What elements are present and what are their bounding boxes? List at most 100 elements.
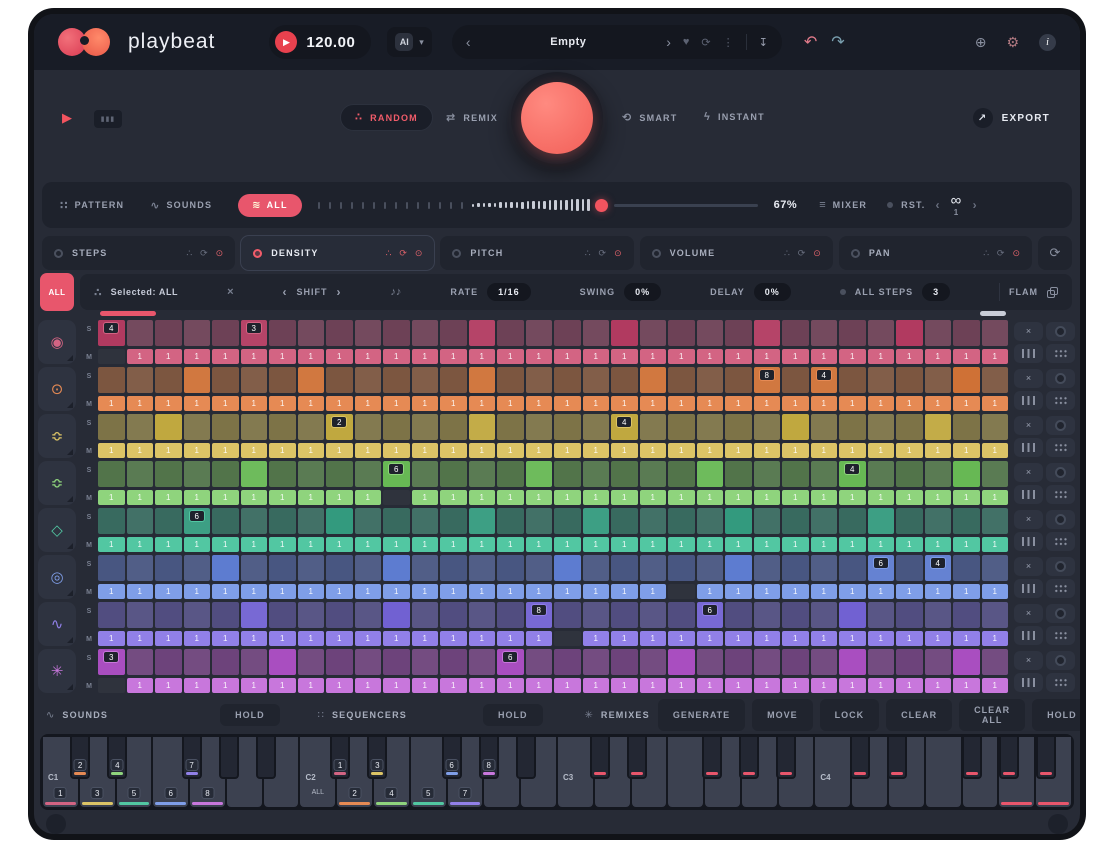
density-cell[interactable] (440, 320, 467, 346)
density-cell[interactable] (583, 555, 610, 581)
black-key[interactable] (887, 737, 907, 779)
step-cell[interactable]: 1 (241, 490, 268, 505)
step-cell[interactable]: 1 (469, 584, 496, 599)
density-cell[interactable] (811, 508, 838, 534)
black-key[interactable]: 3 (367, 737, 387, 779)
globe-icon[interactable]: ⊕ (975, 34, 987, 51)
pattern-toggle[interactable]: ∷ PATTERN (60, 199, 124, 212)
step-cell[interactable]: 1 (526, 678, 553, 693)
power-icon[interactable]: ⊙ (216, 248, 224, 259)
step-cell[interactable]: 1 (782, 537, 809, 552)
slider-rail[interactable] (614, 204, 758, 207)
step-cell[interactable]: 1 (412, 443, 439, 458)
density-cell[interactable] (412, 320, 439, 346)
step-cell[interactable]: 1 (839, 443, 866, 458)
step-cell[interactable]: 1 (440, 537, 467, 552)
step-cell[interactable]: 1 (640, 631, 667, 646)
white-key-c3[interactable]: C3 (558, 737, 593, 807)
step-cell[interactable]: 1 (982, 443, 1009, 458)
density-cell[interactable] (554, 602, 581, 628)
track-icon-hihat-closed[interactable]: ≎ (38, 414, 76, 458)
loop-icon[interactable]: ⟳ (798, 248, 806, 259)
step-cell[interactable]: 1 (868, 490, 895, 505)
dice-icon[interactable]: ∴ (186, 248, 192, 259)
step-cell[interactable]: 1 (127, 631, 154, 646)
step-cell[interactable]: 1 (526, 537, 553, 552)
density-cell[interactable] (896, 555, 923, 581)
density-cell[interactable] (412, 414, 439, 440)
track-icon-shaker[interactable]: ◇ (38, 508, 76, 552)
step-cell[interactable]: 1 (212, 631, 239, 646)
density-cell[interactable] (269, 649, 296, 675)
sounds-hold-button[interactable]: HOLD (220, 704, 280, 726)
step-cell[interactable]: 1 (497, 443, 524, 458)
drum-pad-button[interactable] (1046, 604, 1075, 623)
step-cell[interactable]: 1 (440, 396, 467, 411)
density-cell[interactable] (241, 414, 268, 440)
density-cell[interactable] (269, 602, 296, 628)
density-cell[interactable] (526, 414, 553, 440)
density-cell[interactable] (754, 649, 781, 675)
black-key[interactable] (962, 737, 982, 779)
step-cell[interactable]: 1 (298, 443, 325, 458)
step-cell[interactable]: 1 (668, 349, 695, 364)
black-key[interactable] (776, 737, 796, 779)
density-cell[interactable] (668, 320, 695, 346)
step-cell[interactable]: 1 (184, 631, 211, 646)
step-cell[interactable]: 1 (925, 349, 952, 364)
step-cell[interactable]: 1 (839, 490, 866, 505)
step-cell[interactable]: 1 (811, 584, 838, 599)
density-cell[interactable] (725, 602, 752, 628)
step-cell[interactable]: 1 (241, 678, 268, 693)
step-cell[interactable]: 1 (241, 443, 268, 458)
power-icon[interactable]: ⊙ (614, 248, 622, 259)
density-cell[interactable] (497, 320, 524, 346)
swap-icon[interactable]: × (227, 286, 233, 298)
density-cell[interactable] (440, 555, 467, 581)
step-cell[interactable]: 1 (127, 678, 154, 693)
step-cell[interactable]: 1 (497, 584, 524, 599)
step-cell[interactable]: 1 (127, 349, 154, 364)
density-cell[interactable] (383, 414, 410, 440)
mute-x-button[interactable]: × (1014, 416, 1043, 435)
density-slider[interactable] (318, 199, 758, 212)
step-cell[interactable]: 1 (554, 678, 581, 693)
mute-x-button[interactable]: × (1014, 557, 1043, 576)
settings-gear-icon[interactable]: ⚙ (1006, 34, 1019, 51)
loop-prev-button[interactable]: ‹ (935, 198, 940, 212)
white-key-c4[interactable]: C4 (815, 737, 850, 807)
drag-dots-button[interactable] (1046, 438, 1075, 457)
white-key[interactable]: 5 (411, 737, 446, 807)
tab-pitch[interactable]: PITCH∴⟳⊙ (440, 236, 633, 270)
density-cell[interactable] (839, 320, 866, 346)
step-cell[interactable]: 1 (155, 584, 182, 599)
step-cell[interactable]: 1 (155, 490, 182, 505)
density-cell[interactable] (326, 508, 353, 534)
step-cell[interactable]: 1 (953, 490, 980, 505)
step-cell[interactable]: 1 (526, 443, 553, 458)
density-cell[interactable] (782, 602, 809, 628)
step-cell[interactable]: 1 (526, 490, 553, 505)
step-cell[interactable]: 1 (269, 678, 296, 693)
density-cell[interactable] (269, 508, 296, 534)
step-cell[interactable]: 1 (640, 584, 667, 599)
step-cell[interactable]: 1 (925, 490, 952, 505)
density-cell[interactable] (155, 508, 182, 534)
track-icon-snare[interactable]: ⊙ (38, 367, 76, 411)
delay-value[interactable]: 0% (754, 283, 791, 301)
dice-icon[interactable]: ∴ (784, 248, 790, 259)
step-cell[interactable]: 1 (383, 349, 410, 364)
step-cell[interactable]: 1 (127, 443, 154, 458)
all-steps-value[interactable]: 3 (922, 283, 950, 301)
density-cell[interactable] (782, 555, 809, 581)
step-cell[interactable]: 1 (554, 349, 581, 364)
step-cell[interactable]: 1 (497, 490, 524, 505)
step-cell[interactable]: 1 (583, 584, 610, 599)
density-cell[interactable] (127, 414, 154, 440)
ai-selector[interactable]: AI ▾ (387, 27, 432, 57)
step-cell[interactable]: 1 (668, 490, 695, 505)
step-cell[interactable]: 1 (469, 396, 496, 411)
preset-next-button[interactable]: › (666, 34, 671, 50)
density-cell[interactable] (754, 602, 781, 628)
density-cell[interactable] (155, 602, 182, 628)
